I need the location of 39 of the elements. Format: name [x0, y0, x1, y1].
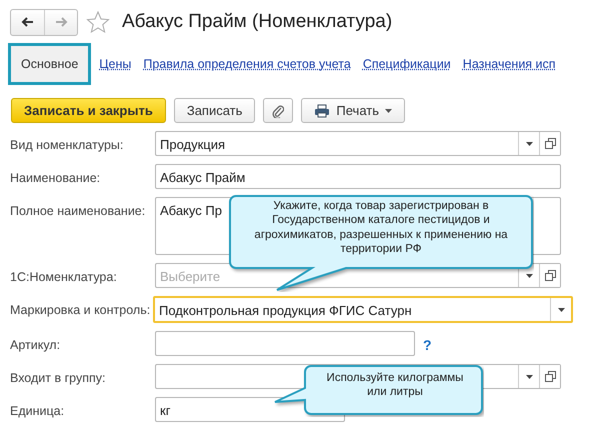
field-label: Артикул: [10, 337, 62, 354]
field-label: Маркировка и контроль: [10, 302, 152, 320]
tab[interactable]: Правила определения счетов учета [137, 54, 357, 74]
caret-icon [558, 308, 564, 312]
caret-icon [526, 374, 532, 379]
printer-icon [314, 104, 330, 118]
field-label: Единица: [10, 403, 66, 420]
tooltip-text: Используйте килограммы или литры [326, 371, 464, 400]
tab[interactable]: Спецификации [356, 54, 457, 74]
field-label: Вид номенклатуры: [10, 137, 124, 154]
open-button[interactable] [539, 264, 560, 288]
input-field[interactable] [155, 331, 415, 356]
caret-icon [526, 274, 532, 278]
open-window-icon [544, 371, 556, 382]
window-title: Абакус Прайм (Номенклатура) [122, 10, 392, 34]
field-label: Входит в группу: [10, 370, 106, 388]
open-window-icon [544, 270, 556, 282]
help-link[interactable]: ? [423, 331, 432, 356]
tooltip-text: Укажите, когда товар зарегистрирован в Государственном каталоге пестицидов и агрохимикатов, разрешенных к применению на территории РФ [253, 199, 509, 256]
attach-button[interactable] [263, 98, 294, 124]
open-button[interactable] [539, 365, 560, 388]
input-field[interactable]: Продукция [155, 131, 561, 156]
print-button[interactable]: Печать [301, 98, 405, 124]
input-field[interactable]: Абакус Прайм [155, 164, 561, 190]
tab[interactable]: Цены [93, 54, 138, 74]
paperclip-icon [272, 104, 284, 118]
star-icon[interactable] [86, 10, 110, 34]
field-label: Наименование: [10, 170, 102, 188]
open-button[interactable] [539, 132, 560, 156]
save-and-close-button[interactable]: Записать и закрыть [11, 98, 166, 124]
caret-icon [385, 108, 392, 113]
save-button[interactable]: Записать [174, 98, 256, 124]
field-label: Полное наименование: [10, 203, 146, 220]
caret-icon [526, 142, 532, 146]
field-label: 1С:Номенклатура: [10, 269, 118, 286]
open-window-icon [544, 138, 556, 150]
tab[interactable]: Назначения исп [456, 54, 562, 74]
input-field[interactable]: Подконтрольная продукция ФГИС Сатурн [153, 296, 573, 324]
tab[interactable]: Основное [8, 42, 92, 86]
